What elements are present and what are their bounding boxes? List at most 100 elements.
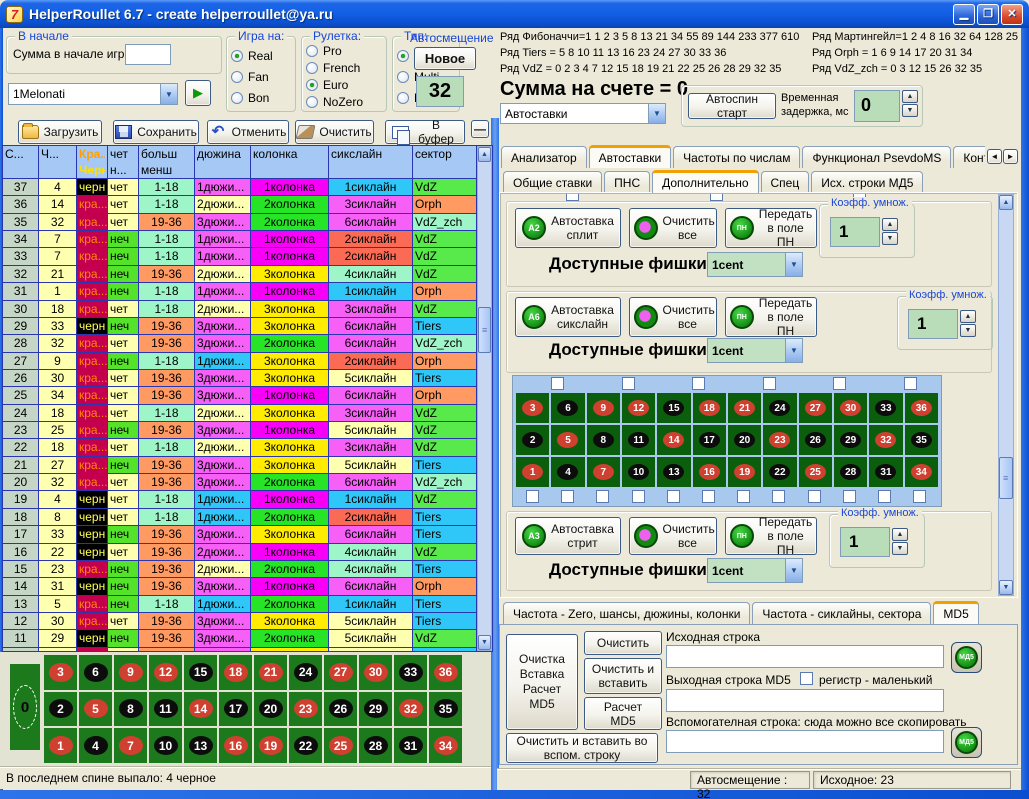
- street-checkbox[interactable]: [667, 490, 680, 503]
- street-checkbox[interactable]: [772, 490, 785, 503]
- radio-bon[interactable]: Bon: [231, 91, 295, 105]
- profile-combo[interactable]: 1Melonati ▼: [8, 83, 178, 105]
- board-number-7[interactable]: 7: [114, 728, 147, 763]
- tab-main-2[interactable]: Частоты по числам: [673, 146, 800, 168]
- minimize-button[interactable]: ▁: [953, 4, 975, 25]
- tab-sub-4[interactable]: Исх. строки МД5: [811, 171, 923, 193]
- board-number-5[interactable]: 5: [551, 425, 584, 455]
- street-checkbox[interactable]: [737, 490, 750, 503]
- clear-all-button[interactable]: Очистить все: [629, 297, 717, 337]
- toolbar-copy-button[interactable]: В буфер: [385, 120, 465, 144]
- panel-scrollbar-thumb[interactable]: [999, 457, 1013, 499]
- chevron-down-icon[interactable]: ▼: [648, 104, 665, 123]
- board-number-1[interactable]: 1: [516, 457, 549, 487]
- clear-all-button[interactable]: Очистить все: [629, 208, 717, 248]
- board-number-3[interactable]: 3: [516, 393, 549, 423]
- spin-up-icon[interactable]: ▲: [892, 528, 908, 541]
- tab-scroll-left-icon[interactable]: ◄: [987, 149, 1002, 164]
- spin-down-icon[interactable]: ▼: [960, 324, 976, 337]
- scroll-down-icon[interactable]: ▼: [478, 635, 491, 650]
- close-button[interactable]: ✕: [1001, 4, 1023, 25]
- board-number-26[interactable]: 26: [799, 425, 832, 455]
- radio-real[interactable]: Real: [231, 49, 295, 63]
- board-number-28[interactable]: 28: [359, 728, 392, 763]
- tab-scroll-right-icon[interactable]: ►: [1003, 149, 1018, 164]
- md5-big-button[interactable]: Очистка Вставка Расчет MD5: [506, 634, 578, 730]
- board-number-29[interactable]: 29: [359, 692, 392, 727]
- board-number-23[interactable]: 23: [289, 692, 322, 727]
- board-number-27[interactable]: 27: [799, 393, 832, 423]
- board-number-2[interactable]: 2: [44, 692, 77, 727]
- board-number-10[interactable]: 10: [149, 728, 182, 763]
- collapse-button[interactable]: —: [471, 120, 489, 138]
- board-number-15[interactable]: 15: [657, 393, 690, 423]
- board-number-2[interactable]: 2: [516, 425, 549, 455]
- street-checkbox[interactable]: [913, 490, 926, 503]
- board-number-16[interactable]: 16: [693, 457, 726, 487]
- md5-run-icon[interactable]: МД5: [951, 727, 982, 758]
- board-number-4[interactable]: 4: [551, 457, 584, 487]
- radio-euro[interactable]: Euro: [306, 78, 386, 92]
- autobet-street-button[interactable]: A3 Автоставка стрит: [515, 517, 621, 555]
- board-number-24[interactable]: 24: [763, 393, 796, 423]
- board-number-27[interactable]: 27: [324, 655, 357, 690]
- radio-nozero[interactable]: NoZero: [306, 95, 386, 109]
- maximize-button[interactable]: ❐: [977, 4, 999, 25]
- board-number-24[interactable]: 24: [289, 655, 322, 690]
- tab-sub-0[interactable]: Общие ставки: [503, 171, 602, 193]
- md5-clear-paste-button[interactable]: Очистить и вставить: [584, 658, 662, 694]
- board-number-32[interactable]: 32: [394, 692, 427, 727]
- split-checkbox[interactable]: [833, 377, 846, 390]
- board-number-32[interactable]: 32: [869, 425, 902, 455]
- md5-source-input[interactable]: [666, 645, 944, 668]
- board-number-17[interactable]: 17: [693, 425, 726, 455]
- street-checkbox[interactable]: [808, 490, 821, 503]
- board-number-30[interactable]: 30: [359, 655, 392, 690]
- md5-aux-paste-button[interactable]: Очистить и вставить во вспом. строку: [506, 733, 658, 763]
- split-checkbox[interactable]: [551, 377, 564, 390]
- tab-main-1[interactable]: Автоставки: [589, 145, 672, 168]
- street-checkbox[interactable]: [843, 490, 856, 503]
- split-checkbox[interactable]: [763, 377, 776, 390]
- board-number-26[interactable]: 26: [324, 692, 357, 727]
- table-scrollbar-thumb[interactable]: [478, 307, 491, 353]
- board-number-33[interactable]: 33: [869, 393, 902, 423]
- tab-sub-3[interactable]: Спец: [761, 171, 810, 193]
- table-scrollbar[interactable]: ▲ ▼: [477, 146, 492, 651]
- board-number-29[interactable]: 29: [834, 425, 867, 455]
- register-checkbox[interactable]: [800, 672, 813, 685]
- toolbar-brush-button[interactable]: Очистить: [295, 120, 374, 144]
- board-number-28[interactable]: 28: [834, 457, 867, 487]
- clipped-checkbox[interactable]: [566, 194, 579, 201]
- board-number-31[interactable]: 31: [869, 457, 902, 487]
- street-checkbox[interactable]: [561, 490, 574, 503]
- board-number-34[interactable]: 34: [429, 728, 462, 763]
- board-number-8[interactable]: 8: [114, 692, 147, 727]
- radio-french[interactable]: French: [306, 61, 386, 75]
- chevron-down-icon[interactable]: ▼: [785, 339, 802, 362]
- radio-pro[interactable]: Pro: [306, 44, 386, 58]
- board-number-13[interactable]: 13: [184, 728, 217, 763]
- board-number-19[interactable]: 19: [728, 457, 761, 487]
- chevron-down-icon[interactable]: ▼: [160, 84, 177, 104]
- tab-bottom-1[interactable]: Частота - сиклайны, сектора: [752, 602, 931, 624]
- board-zero-cell[interactable]: 0: [10, 664, 40, 750]
- tab-main-0[interactable]: Анализатор: [501, 146, 587, 168]
- spin-down-icon[interactable]: ▼: [902, 104, 918, 117]
- radio-fan[interactable]: Fan: [231, 70, 295, 84]
- board-number-9[interactable]: 9: [114, 655, 147, 690]
- transfer-pn-button[interactable]: ПН Передать в поле ПН: [725, 517, 817, 555]
- md5-icon[interactable]: МД5: [951, 642, 982, 673]
- delay-spinner[interactable]: ▲ ▼: [902, 90, 918, 117]
- board-number-4[interactable]: 4: [79, 728, 112, 763]
- street-checkbox[interactable]: [632, 490, 645, 503]
- board-number-33[interactable]: 33: [394, 655, 427, 690]
- board-number-3[interactable]: 3: [44, 655, 77, 690]
- chips-combo[interactable]: 1cent ▼: [707, 558, 803, 583]
- board-number-10[interactable]: 10: [622, 457, 655, 487]
- board-number-11[interactable]: 11: [622, 425, 655, 455]
- board-number-36[interactable]: 36: [905, 393, 938, 423]
- run-profile-button[interactable]: ▶: [185, 80, 211, 106]
- board-number-13[interactable]: 13: [657, 457, 690, 487]
- board-number-15[interactable]: 15: [184, 655, 217, 690]
